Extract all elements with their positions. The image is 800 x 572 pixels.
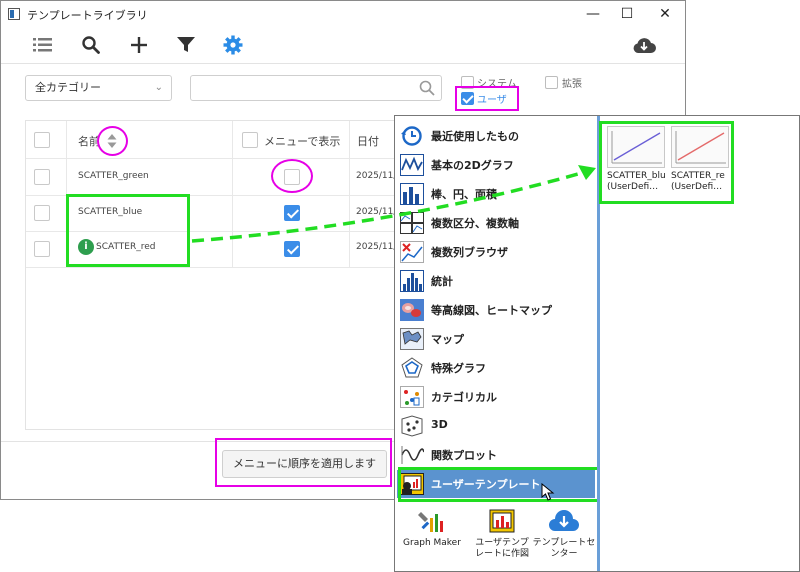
- annotation-arrow: [191, 165, 596, 243]
